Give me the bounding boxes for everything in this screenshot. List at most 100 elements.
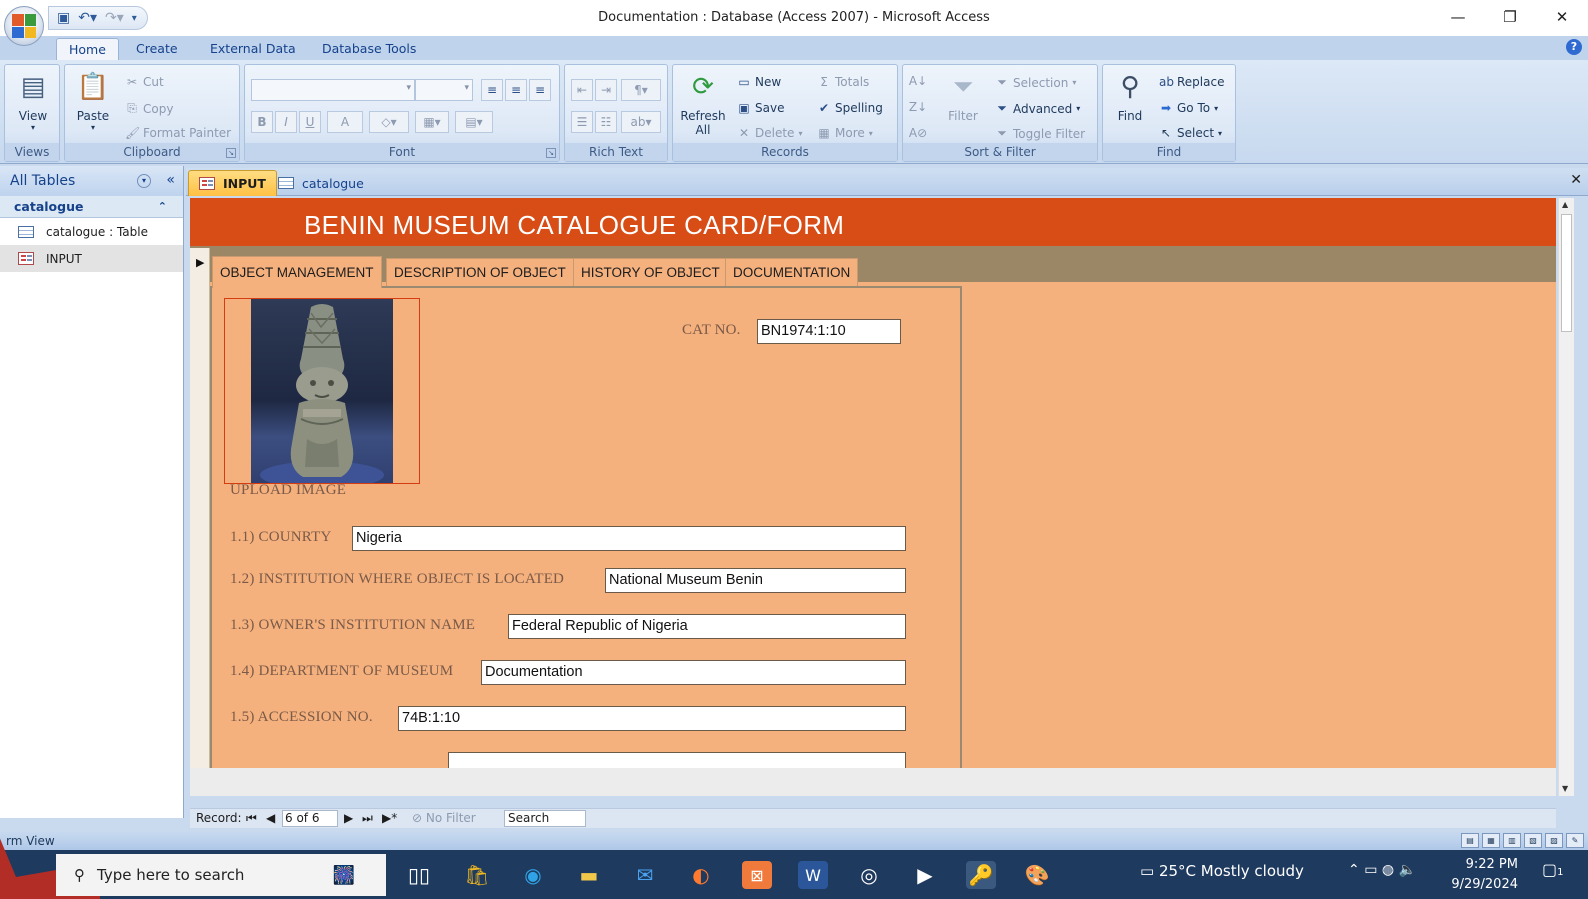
search-highlight-icon[interactable]: 🎆 <box>304 861 384 889</box>
form-tab-description[interactable]: DESCRIPTION OF OBJECT <box>386 258 574 286</box>
form-tab-history[interactable]: HISTORY OF OBJECT <box>573 258 728 286</box>
store-icon[interactable]: 🛍 <box>462 861 492 889</box>
bold-button[interactable]: B <box>251 111 273 133</box>
tab-database-tools[interactable]: Database Tools <box>310 38 428 60</box>
institution-field[interactable]: National Museum Benin <box>605 568 906 593</box>
layout-view-icon[interactable]: ▨ <box>1545 833 1563 848</box>
image-frame[interactable] <box>224 298 420 484</box>
sort-descending-icon[interactable]: Z↓ <box>907 97 929 119</box>
previous-record-icon[interactable]: ◀ <box>266 811 275 825</box>
collapse-pane-icon[interactable]: « <box>166 172 175 188</box>
help-icon[interactable]: ? <box>1566 39 1582 55</box>
cut-button[interactable]: ✂ Cut <box>125 75 164 89</box>
delete-record-button[interactable]: ✕ Delete ▾ <box>737 126 802 140</box>
form-view-icon[interactable]: ▤ <box>1461 833 1479 848</box>
select-button[interactable]: ↖ Select ▾ <box>1159 126 1222 140</box>
italic-button[interactable]: I <box>275 111 297 133</box>
format-painter-button[interactable]: 🖌 Format Painter <box>125 126 231 140</box>
notification-icon[interactable]: ▢1 <box>1542 860 1564 879</box>
word-icon[interactable]: W <box>798 861 828 889</box>
new-record-nav-icon[interactable]: ▶* <box>382 811 397 825</box>
totals-button[interactable]: Σ Totals <box>817 75 869 89</box>
bullets-icon[interactable]: ☷ <box>595 111 617 133</box>
scroll-up-icon[interactable]: ▲ <box>1562 200 1568 209</box>
next-field-partial[interactable] <box>448 752 906 768</box>
collapse-group-icon[interactable]: ⌃ <box>158 196 167 218</box>
form-tab-object-management[interactable]: OBJECT MANAGEMENT <box>212 256 382 288</box>
close-document-icon[interactable]: ✕ <box>1570 172 1582 188</box>
chevron-up-icon[interactable]: ⌃ <box>1348 862 1364 878</box>
form-tab-documentation[interactable]: DOCUMENTATION <box>725 258 859 286</box>
record-selector[interactable]: ▶ <box>190 248 210 768</box>
cat-no-field[interactable]: BN1974:1:10 <box>757 319 901 344</box>
increase-indent-icon[interactable]: ⇥ <box>595 79 617 101</box>
scroll-down-icon[interactable]: ▼ <box>1562 784 1568 793</box>
pivot-table-icon[interactable]: ▥ <box>1503 833 1521 848</box>
owner-institution-field[interactable]: Federal Republic of Nigeria <box>508 614 906 639</box>
sort-ascending-icon[interactable]: A↓ <box>907 71 929 93</box>
paste-button[interactable]: 📋 Paste ▾ <box>71 69 115 132</box>
align-center-icon[interactable]: ≡ <box>505 79 527 101</box>
office-button[interactable] <box>4 6 44 46</box>
paint-icon[interactable]: 🎨 <box>1022 861 1052 889</box>
upload-image-label[interactable]: UPLOAD IMAGE <box>230 482 346 499</box>
scroll-thumb[interactable] <box>1561 214 1572 332</box>
task-view-icon[interactable]: ▯▯ <box>404 861 434 889</box>
replace-button[interactable]: ab Replace <box>1159 75 1224 89</box>
align-right-icon[interactable]: ≡ <box>529 79 551 101</box>
firefox-icon[interactable]: ◐ <box>686 861 716 889</box>
volume-icon[interactable]: 🔈 <box>1399 862 1416 878</box>
battery-icon[interactable]: ▭ <box>1364 862 1382 878</box>
no-filter-button[interactable]: ⊘ No Filter <box>412 811 476 825</box>
file-explorer-icon[interactable]: ▬ <box>574 861 604 889</box>
font-size-combo[interactable] <box>415 79 473 101</box>
gridlines-icon[interactable]: ▦▾ <box>415 111 449 133</box>
copy-button[interactable]: ⎘ Copy <box>125 101 173 116</box>
spelling-button[interactable]: ✔ Spelling <box>817 101 883 115</box>
font-launcher-icon[interactable]: ↘ <box>546 148 556 158</box>
datasheet-view-icon[interactable]: ▦ <box>1482 833 1500 848</box>
selection-button[interactable]: ⏷ Selection ▾ <box>995 75 1076 90</box>
vertical-scrollbar[interactable]: ▲ ▼ <box>1558 198 1574 796</box>
department-field[interactable]: Documentation <box>481 660 906 685</box>
network-icon[interactable]: ◍ <box>1382 862 1399 878</box>
xampp-icon[interactable]: ⊠ <box>742 861 772 889</box>
restore-button[interactable]: ❐ <box>1484 0 1536 34</box>
country-field[interactable]: Nigeria <box>352 526 906 551</box>
access-icon[interactable]: 🔑 <box>966 861 996 889</box>
view-button[interactable]: ▤ View ▾ <box>9 69 57 132</box>
find-button[interactable]: ⚲ Find <box>1107 69 1153 123</box>
nav-item-catalogue-table[interactable]: catalogue : Table <box>0 218 183 245</box>
close-button[interactable]: ✕ <box>1536 0 1588 34</box>
nav-group-catalogue[interactable]: catalogue ⌃ <box>0 196 183 218</box>
accession-no-field[interactable]: 74B:1:10 <box>398 706 906 731</box>
toggle-filter-button[interactable]: ⏷ Toggle Filter <box>995 126 1085 141</box>
mail-icon[interactable]: ✉ <box>630 861 660 889</box>
filter-button[interactable]: ⏷ Filter <box>939 69 987 124</box>
doc-tab-input[interactable]: INPUT <box>188 170 277 196</box>
nav-dropdown-icon[interactable]: ▾ <box>137 174 151 188</box>
pivot-chart-icon[interactable]: ▧ <box>1524 833 1542 848</box>
record-search-input[interactable]: Search <box>504 810 586 827</box>
align-left-icon[interactable]: ≡ <box>481 79 503 101</box>
fill-color-icon[interactable]: ◇▾ <box>369 111 409 133</box>
clipboard-launcher-icon[interactable]: ↘ <box>226 148 236 158</box>
font-name-combo[interactable] <box>251 79 415 101</box>
decrease-indent-icon[interactable]: ⇤ <box>571 79 593 101</box>
first-record-icon[interactable]: ⏮ <box>246 811 257 826</box>
paragraph-direction-icon[interactable]: ¶▾ <box>621 79 661 101</box>
minimize-button[interactable]: — <box>1432 0 1484 34</box>
numbering-icon[interactable]: ☰ <box>571 111 593 133</box>
more-button[interactable]: ▦ More ▾ <box>817 126 872 140</box>
last-record-icon[interactable]: ⏭ <box>362 811 373 826</box>
tab-create[interactable]: Create <box>124 38 190 60</box>
clear-sort-icon[interactable]: A⊘ <box>907 123 929 145</box>
nav-header[interactable]: All Tables ▾ « <box>0 166 183 196</box>
underline-button[interactable]: U <box>299 111 321 133</box>
refresh-all-button[interactable]: ⟳ Refresh All <box>677 69 729 137</box>
weather-widget[interactable]: ▭ 25°C Mostly cloudy <box>1140 862 1304 880</box>
current-record-field[interactable]: 6 of 6 <box>282 810 338 827</box>
highlight-icon[interactable]: ab▾ <box>621 111 661 133</box>
doc-tab-catalogue[interactable]: catalogue <box>268 170 374 196</box>
next-record-icon[interactable]: ▶ <box>344 811 353 825</box>
